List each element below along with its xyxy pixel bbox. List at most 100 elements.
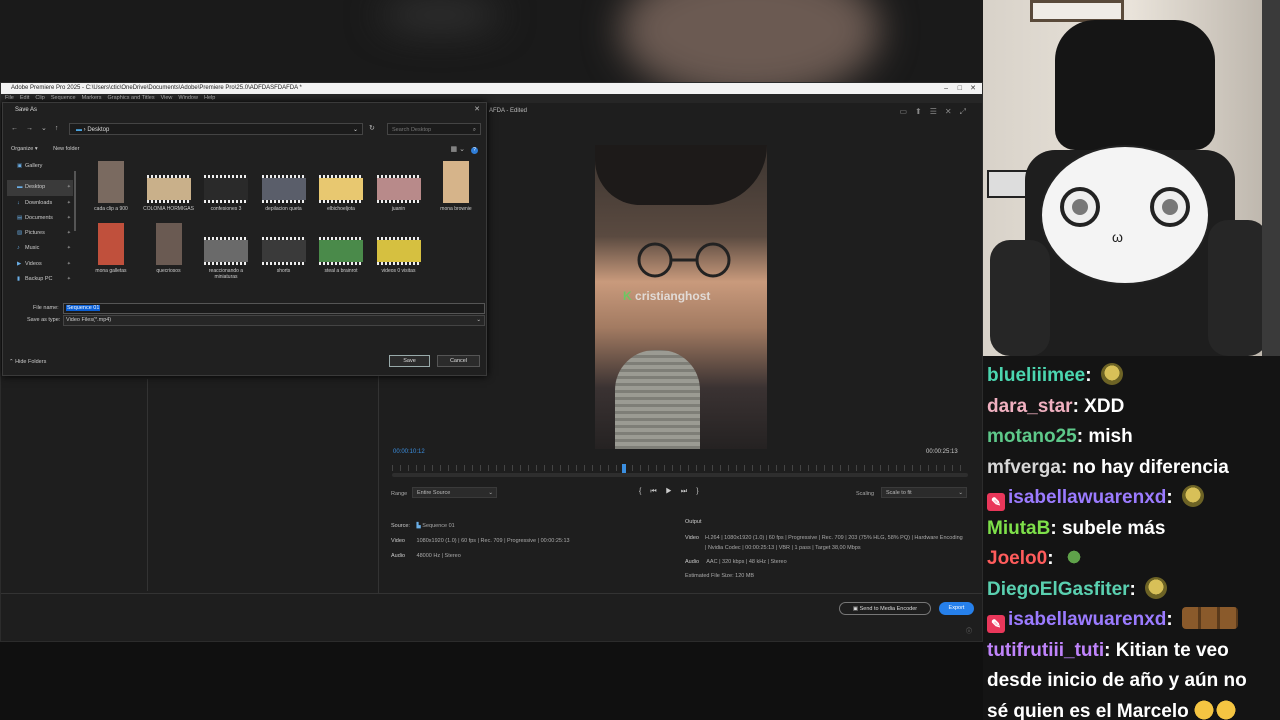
search-input[interactable]: Search Desktop ⌕ (387, 123, 481, 135)
chat-message: DiegoElGasfiter: (987, 574, 1168, 605)
nav-scrollbar[interactable] (74, 171, 76, 231)
file-item[interactable]: cada clip a 900 (83, 161, 139, 212)
nav-item-videos[interactable]: ▶ Videos ✦ (7, 257, 73, 272)
sequence-tab[interactable]: AFDA - Edited (489, 108, 527, 114)
chat-username[interactable]: blueliiimee (987, 365, 1085, 386)
minimize-icon[interactable]: – (944, 83, 948, 94)
file-item[interactable]: juanin (371, 161, 427, 212)
chat-username[interactable]: motano25 (987, 426, 1077, 447)
video-thumbnail (146, 175, 191, 203)
organize-button[interactable]: Organize ▾ (11, 146, 38, 152)
nav-item-pictures[interactable]: ▨ Pictures ✦ (7, 226, 73, 241)
range-dropdown[interactable]: Entire Source ⌄ (412, 487, 497, 498)
pin-icon[interactable]: ✦ (67, 211, 71, 226)
nav-label: Music (25, 245, 40, 252)
pin-icon[interactable]: ✦ (67, 272, 71, 287)
file-item[interactable]: elbichoeljota (313, 161, 369, 212)
pin-icon[interactable]: ✦ (67, 180, 71, 195)
nav-item-documents[interactable]: ▤ Documents ✦ (7, 211, 73, 226)
close-icon[interactable]: ✕ (474, 103, 480, 117)
menu-item[interactable]: Edit (20, 95, 29, 101)
menu-item[interactable]: Window (178, 95, 198, 101)
recent-icon[interactable]: ⌄ (41, 125, 55, 132)
nav-item-downloads[interactable]: ↓ Downloads ✦ (7, 196, 73, 211)
transport-controls[interactable]: {⏮▶⏭} (639, 488, 708, 496)
nav-label: Videos (25, 260, 42, 267)
view-icon[interactable]: ▦ (451, 146, 458, 153)
chat-message: ✎ isabellawuarenxd: (987, 482, 1205, 513)
nav-item-backup-pc[interactable]: ▮ Backup PC ✦ (7, 272, 73, 287)
file-item[interactable]: depilacion queta (256, 161, 312, 212)
address-bar[interactable]: ▬ › Desktop ⌄ (69, 123, 363, 135)
chevron-down-icon[interactable]: ⌄ (459, 146, 465, 153)
help-icon[interactable]: ? (471, 147, 478, 154)
menu-item[interactable]: Markers (82, 95, 102, 101)
scaling-dropdown[interactable]: Scale to fit ⌄ (881, 487, 967, 498)
nav-item-music[interactable]: ♪ Music ✦ (7, 241, 73, 256)
file-item[interactable]: reaccionando a miniaturas (198, 223, 254, 280)
chat-username[interactable]: isabellawuarenxd (1008, 487, 1166, 508)
menu-item[interactable]: Clip (35, 95, 44, 101)
file-item[interactable]: mona brownie (428, 161, 484, 212)
chair-headrest (1055, 20, 1215, 150)
nav-item-desktop[interactable]: ▬ Desktop ✦ (7, 180, 73, 196)
video-thumbnail (98, 223, 124, 265)
pin-icon[interactable]: ✦ (67, 241, 71, 256)
up-icon[interactable]: ↑ (55, 125, 67, 132)
playhead-handle[interactable] (622, 464, 627, 473)
film-strip-icon (376, 262, 421, 265)
menu-item[interactable]: Help (204, 95, 215, 101)
out-point-icon[interactable]: } (696, 488, 707, 495)
menu-item[interactable]: Sequence (51, 95, 76, 101)
file-item[interactable]: videos 0 visitas (371, 223, 427, 274)
in-point-icon[interactable]: { (639, 488, 650, 495)
file-item[interactable]: confesiones 3 (198, 161, 254, 212)
play-icon[interactable]: ▶ (666, 488, 681, 495)
new-folder-button[interactable]: New folder (53, 146, 79, 152)
file-name-input[interactable]: Sequence 01 (63, 303, 485, 314)
pin-icon[interactable]: ✦ (67, 257, 71, 272)
file-name: elbichoeljota (327, 206, 355, 212)
send-to-media-encoder-button[interactable]: ▣ Send to Media Encoder (839, 602, 931, 615)
file-item[interactable]: quecriosos (141, 223, 197, 274)
chat-username[interactable]: tutifrutiii_tuti (987, 640, 1104, 661)
step-forward-icon[interactable]: ⏭ (681, 488, 696, 495)
info-icon[interactable]: ⓘ (966, 626, 972, 635)
chat-username[interactable]: dara_star (987, 396, 1073, 417)
film-strip-icon (376, 175, 421, 178)
pin-icon[interactable]: ✦ (67, 226, 71, 241)
close-icon[interactable]: ✕ (970, 83, 976, 94)
output-video-label: Video (685, 535, 699, 541)
save-type-dropdown[interactable]: Video Files(*.mp4) ⌄ (63, 315, 485, 326)
current-time[interactable]: 00:00:10:12 (393, 449, 425, 455)
nav-item-gallery[interactable]: ▣ Gallery (7, 159, 73, 174)
panel-icons[interactable]: ▭⬆☰✕⤢ (899, 107, 974, 117)
blurred-shape (380, 0, 500, 30)
chevron-down-icon[interactable]: ⌄ (353, 124, 358, 136)
refresh-icon[interactable]: ↻ (369, 124, 375, 132)
chat-username[interactable]: Joelo0 (987, 548, 1047, 569)
chat-text: sé quien es el Marcelo (987, 700, 1189, 720)
menu-item[interactable]: File (5, 95, 14, 101)
chat-username[interactable]: mfverga (987, 457, 1061, 478)
file-item[interactable]: mona galletas (83, 223, 139, 274)
file-item[interactable]: shorts (256, 223, 312, 274)
chat-username[interactable]: MiutaB (987, 518, 1050, 539)
save-button[interactable]: Save (389, 355, 430, 367)
maximize-icon[interactable]: □ (958, 83, 962, 94)
file-item[interactable]: COLONIA HORMIGAS (141, 161, 197, 212)
step-back-icon[interactable]: ⏮ (650, 488, 665, 495)
menu-item[interactable]: Graphics and Titles (108, 95, 155, 101)
cancel-button[interactable]: Cancel (437, 355, 480, 367)
timeline-scrubber[interactable] (392, 473, 968, 477)
chat-username[interactable]: DiegoElGasfiter (987, 579, 1130, 600)
chat-username[interactable]: isabellawuarenxd (1008, 609, 1166, 630)
back-icon[interactable]: ← (11, 125, 26, 132)
pin-icon[interactable]: ✦ (67, 196, 71, 211)
file-item[interactable]: steal a brainrot (313, 223, 369, 274)
mascot-eye-left (1060, 187, 1100, 227)
menu-item[interactable]: View (161, 95, 173, 101)
export-button[interactable]: Export (939, 602, 974, 615)
forward-icon[interactable]: → (26, 125, 41, 132)
hide-folders-button[interactable]: ⌃ Hide Folders (9, 359, 46, 365)
